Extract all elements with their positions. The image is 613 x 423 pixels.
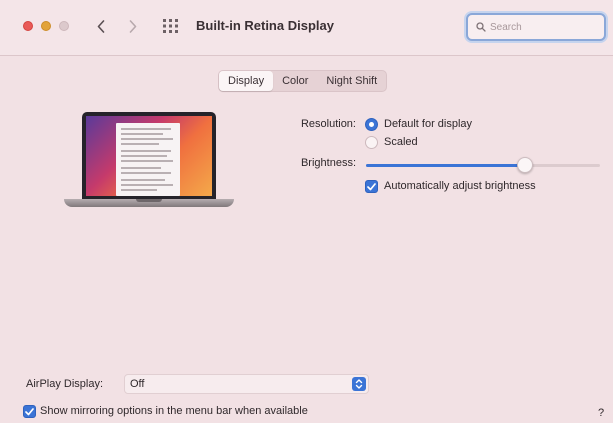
minimize-button[interactable] [41, 21, 51, 31]
search-input[interactable] [490, 19, 600, 35]
airplay-display-select[interactable]: Off [124, 374, 369, 394]
laptop-notch [136, 199, 162, 202]
option-default-for-display[interactable]: Default for display [384, 118, 472, 130]
airplay-display-label: AirPlay Display: [26, 378, 104, 390]
show-mirroring-checkbox[interactable] [23, 405, 36, 418]
back-button[interactable] [92, 15, 110, 37]
show-mirroring-label[interactable]: Show mirroring options in the menu bar w… [40, 405, 308, 417]
chevron-left-icon [97, 19, 105, 33]
help-button[interactable]: ? [592, 404, 610, 422]
checkmark-icon [367, 182, 376, 190]
radio-scaled[interactable] [365, 136, 378, 149]
search-icon [476, 22, 486, 32]
laptop-illustration [64, 112, 234, 220]
close-button[interactable] [23, 21, 33, 31]
zoom-button[interactable] [59, 21, 69, 31]
resolution-label: Resolution: [300, 118, 356, 130]
chevron-right-icon [129, 19, 137, 33]
tab-night-shift[interactable]: Night Shift [317, 71, 386, 91]
forward-button[interactable] [124, 15, 142, 37]
preferences-window: Built-in Retina Display Display Color Ni… [0, 0, 613, 423]
window-title: Built-in Retina Display [196, 18, 334, 33]
laptop-document [116, 123, 180, 196]
tab-display[interactable]: Display [219, 71, 274, 91]
search-field[interactable] [466, 13, 606, 41]
auto-brightness-label[interactable]: Automatically adjust brightness [384, 180, 536, 192]
title-bar: Built-in Retina Display [0, 0, 613, 56]
airplay-display-value: Off [130, 378, 145, 390]
auto-brightness-checkbox[interactable] [365, 180, 378, 193]
laptop-lid [82, 112, 216, 199]
brightness-slider-fill [366, 164, 525, 167]
checkmark-icon [25, 407, 34, 415]
brightness-label: Brightness: [300, 157, 356, 169]
up-down-arrows-icon [352, 377, 366, 391]
option-scaled[interactable]: Scaled [384, 136, 418, 148]
grid-icon[interactable] [163, 19, 178, 33]
brightness-slider-knob[interactable] [517, 157, 533, 173]
tab-bar: Display Color Night Shift [218, 70, 388, 92]
tab-color[interactable]: Color [273, 71, 317, 91]
brightness-slider[interactable] [366, 157, 600, 173]
laptop-screen [86, 116, 212, 196]
radio-default-for-display[interactable] [365, 118, 378, 131]
